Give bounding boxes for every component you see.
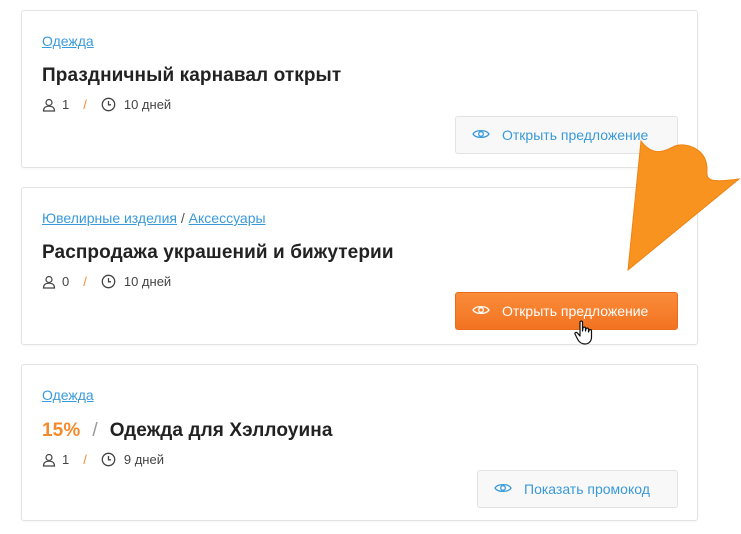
category-link-clothing[interactable]: Одежда	[42, 33, 94, 49]
offer-meta: 0 / 10 дней	[42, 274, 171, 289]
meta-separator: /	[83, 274, 87, 289]
offer-card-3: Одежда 15% / Одежда для Хэллоуина 1 / 9 дн…	[21, 364, 698, 521]
button-label: Открыть предложение	[502, 127, 649, 143]
category-separator: /	[180, 210, 185, 226]
category-breadcrumb: Одежда	[42, 33, 94, 49]
offer-meta: 1 / 10 дней	[42, 97, 171, 112]
category-link-jewelry[interactable]: Ювелирные изделия	[42, 210, 177, 226]
discount-badge: 15%	[42, 420, 81, 441]
meta-separator: /	[83, 97, 87, 112]
users-count: 0	[62, 274, 70, 289]
clock-icon	[101, 274, 116, 289]
open-offer-button-highlighted[interactable]: Открыть предложение	[455, 292, 678, 330]
category-link-accessories[interactable]: Аксессуары	[189, 210, 266, 226]
eye-icon	[472, 303, 502, 319]
category-breadcrumb: Ювелирные изделия / Аксессуары	[42, 210, 266, 226]
eye-icon	[472, 127, 502, 143]
category-link-clothing[interactable]: Одежда	[42, 387, 94, 403]
meta-separator: /	[83, 452, 87, 467]
offer-card-1: Одежда Праздничный карнавал открыт 1 / 1…	[21, 10, 698, 168]
offer-card-2: Ювелирные изделия / Аксессуары Распродаж…	[21, 187, 698, 345]
clock-icon	[101, 452, 116, 467]
user-icon	[42, 453, 56, 467]
duration: 10 дней	[123, 97, 172, 112]
duration: 9 дней	[123, 452, 164, 467]
users-count: 1	[62, 97, 70, 112]
offer-title: Распродажа украшений и бижутерии	[42, 242, 394, 263]
eye-icon	[494, 481, 524, 497]
user-icon	[42, 275, 56, 289]
button-label: Показать промокод	[524, 481, 650, 497]
clock-icon	[101, 97, 116, 112]
offer-title: Праздничный карнавал открыт	[42, 65, 342, 86]
users-count: 1	[62, 452, 70, 467]
duration: 10 дней	[123, 274, 172, 289]
category-breadcrumb: Одежда	[42, 387, 94, 403]
offer-title: Одежда для Хэллоуина	[109, 420, 333, 441]
offer-meta: 1 / 9 дней	[42, 452, 164, 467]
user-icon	[42, 98, 56, 112]
title-separator: /	[92, 420, 98, 441]
offer-title-row: 15% / Одежда для Хэллоуина	[42, 420, 333, 442]
show-promocode-button[interactable]: Показать промокод	[477, 470, 678, 508]
button-label: Открыть предложение	[502, 303, 649, 319]
open-offer-button[interactable]: Открыть предложение	[455, 116, 678, 154]
